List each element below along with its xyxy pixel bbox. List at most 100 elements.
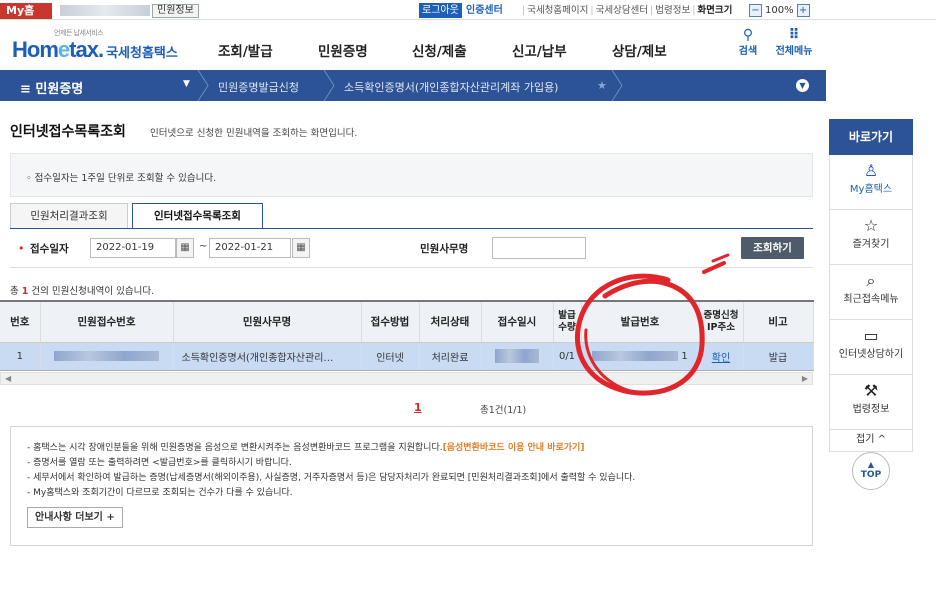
service-name-label: 민원사무명: [420, 243, 469, 255]
gnb-consult[interactable]: 상담/제보: [612, 40, 692, 60]
tab-result-inquiry[interactable]: 민원처리결과조회: [10, 203, 128, 229]
gnb-certificate[interactable]: 민원증명: [318, 40, 412, 60]
crumb-divider-icon: [611, 70, 623, 101]
quick-favorites[interactable]: ☆ 즐겨찾기: [829, 210, 913, 265]
service-name-cell: 소득확인증명서(개인종합자산관리…: [173, 342, 362, 371]
header-search[interactable]: ⚲ 검색: [736, 28, 760, 57]
search-icon: ⚲: [742, 27, 754, 43]
receipt-table: 번호 민원접수번호 민원사무명 접수방법 처리상태 접수일시 발급 수량 발급번…: [0, 300, 814, 371]
search-button[interactable]: 조회하기: [741, 237, 804, 259]
nav-caret-icon[interactable]: ▼: [183, 79, 190, 89]
quick-law-info[interactable]: ⚒ 법령정보: [829, 375, 913, 430]
top-link-law[interactable]: 법령정보: [655, 5, 690, 16]
col-header: 처리상태: [419, 300, 482, 343]
calendar-icon[interactable]: ▦: [292, 238, 310, 258]
ip-check-link[interactable]: 확인: [699, 342, 744, 371]
zoom-control: − 100% +: [749, 3, 810, 18]
status-cell: 처리완료: [419, 342, 482, 371]
page-title: 인터넷접수목록조회: [10, 124, 126, 140]
col-header: 번호: [0, 300, 41, 343]
breadcrumb-issue[interactable]: 민원증명발급신청: [218, 79, 299, 95]
top-label: TOP: [860, 470, 882, 480]
date-to-input[interactable]: 2022-01-21: [209, 238, 291, 258]
quick-internet-consult[interactable]: ▭ 인터넷상담하기: [829, 320, 913, 375]
star-icon: ☆: [863, 216, 879, 235]
zoom-in-button[interactable]: +: [796, 4, 810, 17]
crumb-divider-icon: [197, 70, 209, 101]
page-description: 인터넷으로 신청한 민원내역을 조회하는 화면입니다.: [150, 128, 358, 139]
top-link-counsel[interactable]: 국세상담센터: [596, 5, 648, 16]
receipt-time-blurred: [481, 342, 554, 371]
zoom-out-button[interactable]: −: [749, 4, 762, 17]
grid-menu-icon: ⠿: [788, 27, 800, 43]
row-number: 1: [0, 342, 41, 371]
gnb-application[interactable]: 신청/제출: [412, 40, 512, 60]
breadcrumb-bar: ≡ 민원증명 ▼ 민원증명발급신청 소득확인증명서(개인종합자산관리계좌 가입용…: [0, 70, 826, 101]
global-nav: 조회/발급 민원증명 신청/제출 신고/납부 상담/제보: [218, 40, 692, 60]
table-horizontal-scrollbar[interactable]: ◀ ▶: [0, 372, 813, 385]
more-info-button[interactable]: 안내사항 더보기 +: [27, 507, 123, 528]
table-header-row: 번호 민원접수번호 민원사무명 접수방법 처리상태 접수일시 발급 수량 발급번…: [0, 300, 814, 343]
result-count: 총 1 건의 민원신청내역이 있습니다.: [10, 283, 154, 297]
quick-menu-fold[interactable]: 접기 ^: [829, 430, 913, 452]
logout-button[interactable]: 로그아웃: [419, 3, 462, 18]
gnb-inquiry[interactable]: 조회/발급: [218, 40, 318, 60]
info-box: - 홈택스는 시각 장애인분들을 위해 민원증명을 음성으로 변환시켜주는 음성…: [10, 426, 813, 546]
quick-item-label: My홈택스: [849, 184, 893, 195]
method-cell: 인터넷: [361, 342, 420, 371]
info-line-1: - 홈택스는 시각 장애인분들을 위해 민원증명을 음성으로 변환시켜주는 음성…: [27, 441, 635, 456]
scroll-right-icon[interactable]: ▶: [802, 373, 808, 385]
calendar-icon[interactable]: ▦: [176, 238, 194, 258]
date-from-input[interactable]: 2022-01-19: [90, 238, 176, 258]
required-mark: •: [18, 242, 25, 255]
notice-box: ◦ 접수일자는 1주일 단위로 조회할 수 있습니다.: [10, 153, 813, 197]
search-label: 검색: [738, 46, 758, 57]
zoom-label: 화면크기: [697, 5, 733, 16]
site-header: 언제든 납세서비스 Hom e tax. 국세청홈택스 조회/발급 민원증명 신청/제…: [0, 20, 936, 66]
service-name-input[interactable]: [492, 237, 586, 259]
civil-info-link[interactable]: 민원정보: [152, 4, 199, 18]
top-utility-bar: My홈 민원정보 로그아웃 인증센터 | 국세청홈페이지 | 국세상담센터 | 법령정보 |…: [0, 0, 936, 20]
quick-my-hometax[interactable]: ♙ My홈택스: [829, 155, 913, 210]
scroll-top-button[interactable]: ▲ TOP: [852, 452, 890, 490]
top-link-nts[interactable]: 국세청홈페이지: [527, 5, 588, 16]
scroll-left-icon[interactable]: ◀: [5, 373, 11, 385]
all-menu-label: 전체메뉴: [775, 46, 813, 57]
info-line-1-text: - 홈택스는 시각 장애인분들을 위해 민원증명을 음성으로 변환시켜주는 음성…: [27, 443, 443, 453]
notice-text: ◦ 접수일자는 1주일 단위로 조회할 수 있습니다.: [26, 173, 217, 184]
logo-text-home: Hom: [12, 37, 59, 62]
col-header: 발급번호: [581, 300, 700, 343]
col-header: 민원사무명: [173, 300, 362, 343]
monitor-chat-icon: ▭: [863, 326, 879, 345]
my-home-tag[interactable]: My홈: [0, 3, 52, 19]
gnb-tax-payment[interactable]: 신고/납부: [512, 40, 612, 60]
tab-internet-receipt-list[interactable]: 인터넷접수목록조회: [132, 203, 263, 229]
top-links: | 국세청홈페이지 | 국세상담센터 | 법령정보 | 화면크기: [520, 3, 732, 18]
col-header: 접수일시: [481, 300, 554, 343]
info-line-4: - My홈택스와 조회기간이 다르므로 조회되는 건수가 다를 수 있습니다.: [27, 488, 293, 498]
col-header: 발급 수량: [553, 300, 582, 343]
top-link-separator: |: [650, 5, 654, 16]
barcode-guide-link[interactable]: [음성변환바코드 이용 안내 바로가기]: [443, 443, 585, 453]
page-total: 총1건(1/1): [480, 405, 527, 416]
table-row[interactable]: 1 소득확인증명서(개인종합자산관리… 인터넷 처리완료 0/1 1 확인 발급: [0, 342, 814, 371]
crumb-divider-icon: [323, 70, 335, 101]
header-all-menu[interactable]: ⠿ 전체메뉴: [770, 28, 818, 57]
top-link-separator: |: [590, 5, 594, 16]
cert-center-link[interactable]: 인증센터: [466, 3, 503, 18]
nav-current-menu[interactable]: ≡ 민원증명: [20, 78, 83, 97]
col-header: 접수방법: [361, 300, 420, 343]
page-number-current[interactable]: 1: [414, 401, 422, 414]
hometax-logo[interactable]: 언제든 납세서비스 Hom e tax. 국세청홈택스: [12, 28, 178, 63]
issue-number-suffix: 1: [681, 350, 688, 362]
col-header: 민원접수번호: [40, 300, 174, 343]
issue-number-cell[interactable]: 1: [581, 342, 700, 371]
chevron-down-icon[interactable]: ▼: [796, 79, 809, 92]
breadcrumb-income-cert[interactable]: 소득확인증명서(개인종합자산관리계좌 가입용): [344, 79, 558, 95]
info-line-2: - 증명서를 열람 또는 출력하려면 <발급번호>를 클릭하시기 바랍니다.: [27, 458, 292, 468]
top-link-separator: |: [522, 5, 526, 16]
ip-check-text[interactable]: 확인: [712, 353, 730, 364]
info-lines: - 홈택스는 시각 장애인분들을 위해 민원증명을 음성으로 변환시켜주는 음성…: [27, 441, 635, 501]
quick-recent-menu[interactable]: ⌕ 최근접속메뉴: [829, 265, 913, 320]
favorite-star-icon[interactable]: ★: [597, 79, 607, 92]
